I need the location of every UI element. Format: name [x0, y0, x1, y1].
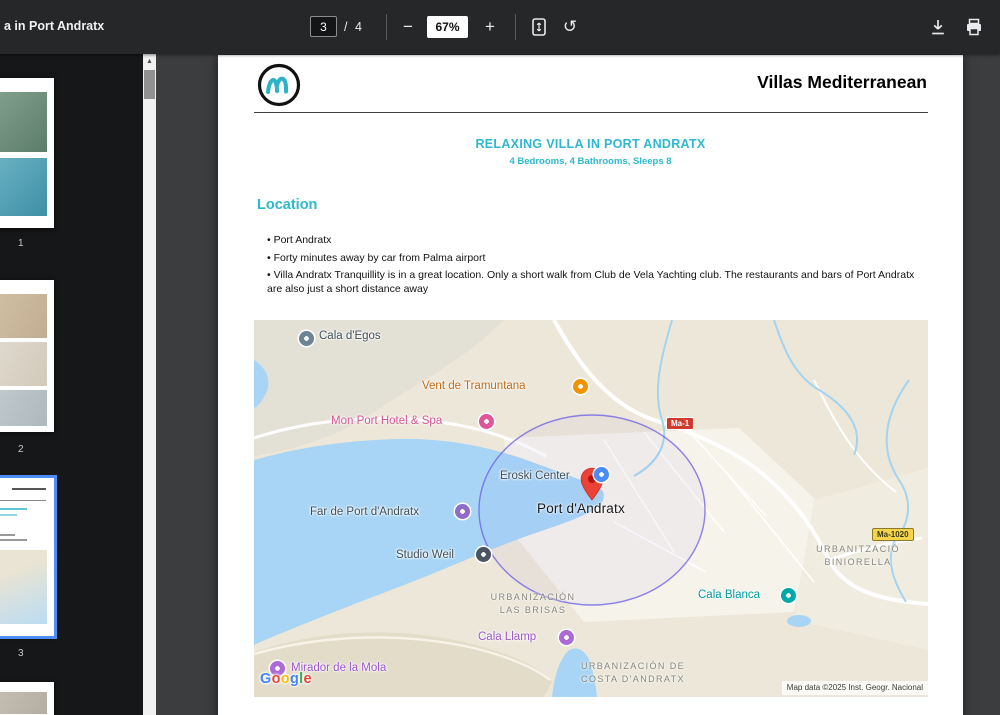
thumb-rule — [0, 500, 46, 501]
header-rule — [254, 112, 928, 113]
poi-label: Mon Port Hotel & Spa — [331, 415, 443, 427]
rotate-counterclockwise-icon: ↺ — [562, 17, 578, 36]
cove-icon — [559, 630, 574, 645]
thumbnail-page-number: 2 — [18, 444, 24, 455]
google-letter: g — [289, 671, 300, 687]
location-map: Cala d'Egos Vent de Tramuntana Mon Port … — [254, 320, 928, 697]
bullet-item: Villa Andratx Tranquillity is in a great… — [267, 269, 915, 296]
thumb-photo — [0, 92, 47, 152]
poi-label: Cala d'Egos — [319, 330, 381, 342]
google-letter: o — [280, 671, 290, 687]
listing-title: RELAXING VILLA IN PORT ANDRATX — [475, 137, 706, 151]
road-badge-ma1020: Ma-1020 — [872, 528, 914, 541]
print-icon — [967, 18, 981, 36]
brand-logo-icon — [257, 63, 301, 107]
zone-line: URBANIZACIÓN DE — [580, 661, 685, 671]
up-arrow-icon: ▲ — [146, 58, 153, 65]
pdf-toolbar: a in Port Andratx / 4 − 67% + ↺ — [0, 0, 1000, 54]
document-viewport[interactable]: Villas Mediterranean RELAXING VILLA IN P… — [156, 54, 1000, 715]
villas-mediterranean-logo — [256, 62, 302, 113]
bullet-item: Forty minutes away by car from Palma air… — [267, 252, 915, 266]
lighthouse-icon — [455, 504, 470, 519]
toolbar-divider — [386, 14, 387, 40]
road-badge-ma1: Ma-1 — [666, 417, 695, 430]
museum-icon — [476, 547, 491, 562]
place-label-port-dandratx: Port d'Andratx — [537, 501, 625, 516]
poi-label: Cala Llamp — [478, 631, 537, 643]
map-copyright: Map data ©2025 Inst. Geogr. Nacional — [781, 681, 928, 695]
google-logo: Google — [260, 671, 312, 687]
plus-icon: + — [485, 17, 495, 36]
shopping-icon — [594, 467, 609, 482]
thumb-subtitle-line — [0, 514, 17, 516]
bullet-item: Port Andratx — [267, 234, 915, 248]
thumb-photo — [0, 294, 47, 338]
page-separator: / — [344, 20, 348, 34]
thumb-photo — [0, 342, 47, 386]
zone-line: LAS BRISAS — [499, 605, 567, 615]
thumb-text-line — [0, 534, 15, 536]
thumb-photo — [0, 158, 47, 216]
thumb-brand-line — [12, 488, 46, 490]
thumbnail-page-3-selected[interactable] — [0, 475, 57, 639]
thumbnail-page-2[interactable] — [0, 280, 54, 432]
thumbnail-page-1[interactable] — [0, 78, 54, 228]
thumbnail-page-number: 1 — [18, 238, 24, 249]
beach-icon — [299, 331, 314, 346]
scrollbar-up-arrow[interactable]: ▲ — [143, 54, 156, 69]
thumb-photo — [0, 390, 47, 426]
zone-line: URBANITZACIÓ — [816, 544, 900, 554]
thumb-title-line — [0, 508, 27, 510]
hotel-icon — [479, 414, 494, 429]
fit-page-icon — [532, 18, 546, 36]
zone-label-las-brisas: URBANIZACIÓN LAS BRISAS — [453, 591, 613, 617]
download-button[interactable] — [925, 14, 951, 40]
scrollbar-thumb[interactable] — [144, 70, 155, 99]
thumbnail-page-4[interactable] — [0, 682, 54, 715]
poi-label: Vent de Tramuntana — [422, 380, 526, 392]
fit-to-page-button[interactable] — [526, 14, 552, 40]
download-icon — [932, 20, 944, 35]
zone-label-costa-dandratx: URBANIZACIÓN DE COSTA D'ANDRATX — [553, 660, 713, 686]
thumb-photo — [0, 692, 47, 714]
zoom-in-button[interactable]: + — [477, 14, 503, 40]
listing-subtitle: 4 Bedrooms, 4 Bathrooms, Sleeps 8 — [509, 156, 672, 167]
document-title: a in Port Andratx — [4, 19, 105, 33]
poi-label: Studio Weil — [396, 549, 454, 561]
zone-label-biniorella: URBANITZACIÓ BINIORELLA — [778, 543, 928, 569]
zoom-level[interactable]: 67% — [427, 16, 468, 38]
thumb-text-line — [0, 539, 27, 541]
google-letter: G — [260, 671, 272, 687]
minus-icon: − — [403, 17, 413, 36]
google-letter: o — [271, 671, 281, 687]
print-button[interactable] — [961, 14, 987, 40]
toolbar-divider — [515, 14, 516, 40]
thumbnail-sidebar: 1 2 3 — [0, 54, 143, 715]
zone-line: URBANIZACIÓN — [490, 592, 576, 602]
google-letter: e — [303, 671, 312, 687]
rotate-button[interactable]: ↺ — [557, 14, 583, 40]
section-heading-location: Location — [257, 197, 318, 213]
poi-label: Eroski Center — [500, 470, 570, 482]
thumb-map — [0, 550, 47, 624]
restaurant-icon — [573, 379, 588, 394]
brand-name: Villas Mediterranean — [757, 72, 927, 92]
zoom-out-button[interactable]: − — [395, 14, 421, 40]
pdf-page-3: Villas Mediterranean RELAXING VILLA IN P… — [218, 55, 963, 715]
zone-line: BINIORELLA — [824, 557, 892, 567]
poi-label: Cala Blanca — [698, 589, 761, 601]
sidebar-scrollbar[interactable]: ▲ — [143, 54, 156, 715]
poi-label: Far de Port d'Andratx — [310, 506, 419, 518]
page-count: 4 — [355, 20, 362, 34]
zone-line: COSTA D'ANDRATX — [581, 674, 685, 684]
page-number-input[interactable] — [310, 16, 337, 37]
beach-icon — [781, 588, 796, 603]
thumbnail-page-number: 3 — [18, 648, 24, 659]
location-bullet-list: Port Andratx Forty minutes away by car f… — [267, 234, 915, 300]
